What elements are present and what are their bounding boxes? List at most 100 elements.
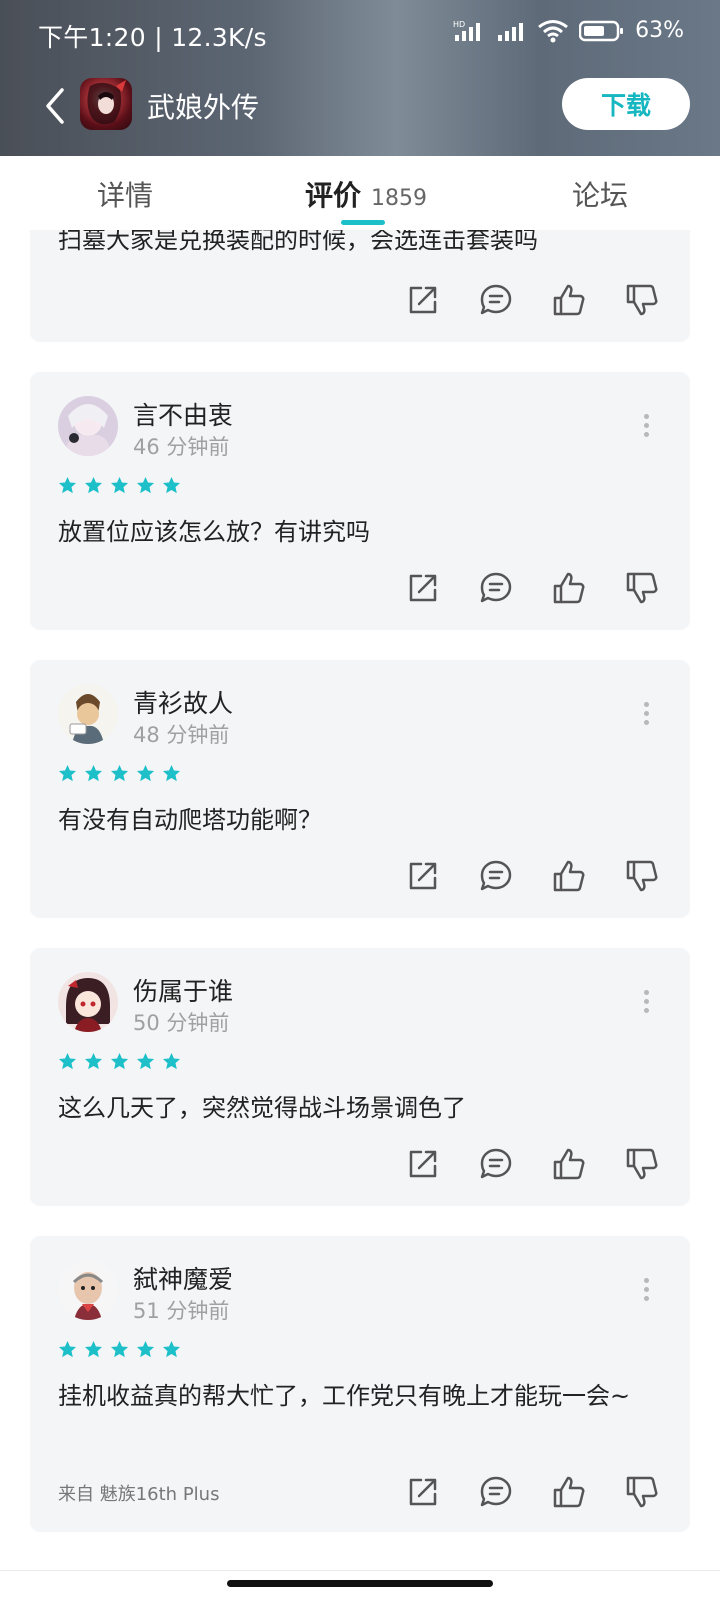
share-icon[interactable]	[405, 1146, 441, 1182]
avatar[interactable]	[58, 972, 118, 1032]
review-card: 弑神魔爱 51 分钟前 挂机收益真的帮大忙了，工作党只有晚上才能玩一会~ 来自 …	[30, 1236, 690, 1532]
star-icon	[136, 1340, 155, 1358]
tab-forum[interactable]: 论坛	[572, 174, 628, 214]
review-actions	[405, 858, 660, 894]
tab-reviews-label: 评价	[305, 179, 362, 212]
star-icon	[58, 476, 77, 494]
star-icon	[58, 764, 77, 782]
avatar[interactable]	[58, 684, 118, 744]
thumbs-up-icon[interactable]	[551, 570, 587, 606]
signal-icon	[498, 22, 524, 41]
status-left: 下午1:20 | 12.3K/s	[38, 18, 267, 54]
more-options-icon[interactable]	[644, 702, 650, 728]
download-button[interactable]: 下载	[562, 78, 690, 130]
status-icons: HD 63%	[453, 18, 684, 43]
app-logo-art	[87, 80, 126, 125]
star-icon	[84, 764, 103, 782]
comment-icon[interactable]	[478, 570, 514, 606]
more-options-icon[interactable]	[644, 990, 650, 1016]
star-rating	[58, 764, 181, 783]
share-icon[interactable]	[405, 1474, 441, 1510]
star-icon	[84, 1340, 103, 1358]
star-rating	[58, 1340, 181, 1359]
review-text: 这么几天了，突然觉得战斗场景调色了	[58, 1094, 466, 1122]
star-rating	[58, 476, 181, 495]
home-indicator[interactable]	[227, 1580, 493, 1587]
review-time: 50 分钟前	[133, 1011, 230, 1035]
thumbs-up-icon[interactable]	[551, 858, 587, 894]
share-icon[interactable]	[405, 570, 441, 606]
star-icon	[162, 1052, 181, 1070]
review-actions	[405, 282, 660, 318]
battery-percent: 63%	[635, 18, 684, 43]
thumbs-up-icon[interactable]	[551, 282, 587, 318]
status-separator: |	[154, 23, 172, 52]
review-time: 48 分钟前	[133, 723, 230, 747]
tab-details[interactable]: 详情	[97, 174, 153, 214]
username[interactable]: 青衫故人	[133, 684, 233, 720]
review-feed[interactable]: 扫墓大家是兑换装配的时候，会选连击套装吗 言不由衷 46 分钟前 放置位应该怎么…	[0, 230, 720, 1570]
active-tab-indicator	[341, 220, 385, 225]
review-text: 有没有自动爬塔功能啊？	[58, 806, 322, 834]
star-icon	[110, 764, 129, 782]
review-time: 46 分钟前	[133, 435, 230, 459]
star-icon	[58, 1340, 77, 1358]
avatar[interactable]	[58, 396, 118, 456]
star-icon	[136, 764, 155, 782]
star-icon	[136, 1052, 155, 1070]
star-icon	[84, 1052, 103, 1070]
thumbs-up-icon[interactable]	[551, 1474, 587, 1510]
share-icon[interactable]	[405, 282, 441, 318]
star-icon	[110, 1052, 129, 1070]
thumbs-down-icon[interactable]	[624, 570, 660, 606]
username[interactable]: 言不由衷	[133, 396, 233, 432]
review-card: 青衫故人 48 分钟前 有没有自动爬塔功能啊？	[30, 660, 690, 918]
review-actions	[405, 1474, 660, 1510]
review-time: 51 分钟前	[133, 1299, 230, 1323]
comment-icon[interactable]	[478, 858, 514, 894]
thumbs-down-icon[interactable]	[624, 1474, 660, 1510]
share-icon[interactable]	[405, 858, 441, 894]
wifi-icon	[538, 19, 569, 42]
thumbs-down-icon[interactable]	[624, 858, 660, 894]
back-icon[interactable]	[40, 84, 70, 128]
star-rating	[58, 1052, 181, 1071]
username[interactable]: 伤属于谁	[133, 972, 233, 1008]
app-header: 下午1:20 | 12.3K/s HD 63% 武娘外传 下载	[0, 0, 720, 156]
star-icon	[162, 764, 181, 782]
comment-icon[interactable]	[478, 282, 514, 318]
status-bar: 下午1:20 | 12.3K/s HD 63%	[0, 0, 720, 70]
more-options-icon[interactable]	[644, 1278, 650, 1304]
thumbs-up-icon[interactable]	[551, 1146, 587, 1182]
network-speed: 12.3K/s	[171, 23, 267, 52]
star-icon	[162, 1340, 181, 1358]
review-actions	[405, 570, 660, 606]
comment-icon[interactable]	[478, 1474, 514, 1510]
star-icon	[84, 476, 103, 494]
battery-icon	[579, 20, 624, 41]
star-icon	[58, 1052, 77, 1070]
status-time: 下午1:20	[38, 23, 146, 52]
tab-bar: 详情 评价 1859 论坛	[0, 156, 720, 230]
star-icon	[110, 1340, 129, 1358]
more-options-icon[interactable]	[644, 414, 650, 440]
thumbs-down-icon[interactable]	[624, 1146, 660, 1182]
star-icon	[110, 476, 129, 494]
svg-text:HD: HD	[453, 20, 465, 29]
thumbs-down-icon[interactable]	[624, 282, 660, 318]
review-card: 言不由衷 46 分钟前 放置位应该怎么放？有讲究吗	[30, 372, 690, 630]
app-title: 武娘外传	[147, 91, 260, 124]
username[interactable]: 弑神魔爱	[133, 1260, 233, 1296]
review-card: 扫墓大家是兑换装配的时候，会选连击套装吗	[30, 230, 690, 342]
review-text: 扫墓大家是兑换装配的时候，会选连击套装吗	[58, 230, 538, 254]
app-icon[interactable]	[80, 78, 132, 130]
review-actions	[405, 1146, 660, 1182]
avatar[interactable]	[58, 1260, 118, 1320]
hd-signal-icon: HD	[453, 20, 481, 41]
comment-icon[interactable]	[478, 1146, 514, 1182]
tab-reviews[interactable]: 评价 1859	[305, 174, 427, 214]
reviews-count: 1859	[371, 186, 428, 211]
bottom-divider	[0, 1570, 720, 1571]
star-icon	[162, 476, 181, 494]
review-card: 伤属于谁 50 分钟前 这么几天了，突然觉得战斗场景调色了	[30, 948, 690, 1206]
